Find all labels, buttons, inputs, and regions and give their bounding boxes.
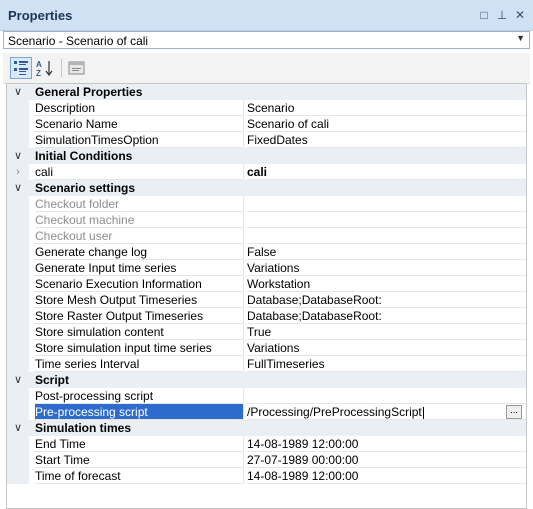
property-value[interactable] bbox=[247, 388, 526, 404]
collapse-chevron-icon[interactable]: ∨ bbox=[12, 180, 24, 196]
text-caret bbox=[422, 406, 424, 419]
property-name: Scenario Name bbox=[35, 116, 243, 132]
chevron-down-icon[interactable]: ▼ bbox=[516, 33, 525, 43]
property-row-checkout-folder: Checkout folder bbox=[7, 196, 526, 212]
property-row-time-of-forecast[interactable]: Time of forecast 14-08-1989 12:00:00 bbox=[7, 468, 526, 484]
script-path-text[interactable]: /Processing/PreProcessingScript bbox=[247, 405, 422, 419]
category-general-properties[interactable]: ∨ General Properties bbox=[7, 84, 526, 100]
property-name: Time of forecast bbox=[35, 468, 243, 484]
property-row-checkout-user: Checkout user bbox=[7, 228, 526, 244]
property-value[interactable]: Variations bbox=[247, 260, 526, 276]
property-row-checkout-machine: Checkout machine bbox=[7, 212, 526, 228]
property-name: Scenario Execution Information bbox=[35, 276, 243, 292]
categorized-view-button[interactable] bbox=[10, 57, 32, 79]
property-name: Start Time bbox=[35, 452, 243, 468]
property-row-scenario-name[interactable]: Scenario Name Scenario of cali bbox=[7, 116, 526, 132]
property-row-scenario-execution-information[interactable]: Scenario Execution Information Workstati… bbox=[7, 276, 526, 292]
property-name: cali bbox=[35, 164, 243, 180]
property-row-store-mesh-output[interactable]: Store Mesh Output Timeseries Database;Da… bbox=[7, 292, 526, 308]
property-value[interactable]: cali bbox=[247, 164, 526, 180]
close-icon[interactable]: ✕ bbox=[513, 8, 527, 22]
property-value[interactable]: Database;DatabaseRoot: bbox=[247, 292, 526, 308]
property-row-store-simulation-content[interactable]: Store simulation content True bbox=[7, 324, 526, 340]
property-value bbox=[247, 228, 526, 244]
property-row-store-raster-output[interactable]: Store Raster Output Timeseries Database;… bbox=[7, 308, 526, 324]
property-pages-icon bbox=[68, 61, 85, 75]
property-value[interactable]: Workstation bbox=[247, 276, 526, 292]
property-value[interactable]: Variations bbox=[247, 340, 526, 356]
collapse-chevron-icon[interactable]: ∨ bbox=[12, 372, 24, 388]
property-pages-button[interactable] bbox=[66, 57, 88, 79]
property-name: Time series Interval bbox=[35, 356, 243, 372]
toolbar-divider bbox=[61, 59, 62, 77]
property-row-start-time[interactable]: Start Time 27-07-1989 00:00:00 bbox=[7, 452, 526, 468]
property-row-pre-processing-script[interactable]: Pre-processing script /Processing/PrePro… bbox=[7, 404, 526, 420]
property-value[interactable]: 14-08-1989 12:00:00 bbox=[247, 436, 526, 452]
property-row-end-time[interactable]: End Time 14-08-1989 12:00:00 bbox=[7, 436, 526, 452]
property-value[interactable]: FixedDates bbox=[247, 132, 526, 148]
property-name: Description bbox=[35, 100, 243, 116]
property-name: Generate Input time series bbox=[35, 260, 243, 276]
property-name: SimulationTimesOption bbox=[35, 132, 243, 148]
property-row-cali[interactable]: › cali cali bbox=[7, 164, 526, 180]
property-name: Pre-processing script bbox=[35, 404, 243, 420]
alphabetical-sort-button[interactable]: A Z bbox=[34, 57, 56, 79]
property-value-editor[interactable]: /Processing/PreProcessingScript bbox=[247, 404, 526, 420]
property-value[interactable]: FullTimeseries bbox=[247, 356, 526, 372]
property-name: Generate change log bbox=[35, 244, 243, 260]
property-row-description[interactable]: Description Scenario bbox=[7, 100, 526, 116]
property-value[interactable]: Scenario of cali bbox=[247, 116, 526, 132]
properties-toolbar: A Z bbox=[3, 53, 530, 84]
category-initial-conditions[interactable]: ∨ Initial Conditions bbox=[7, 148, 526, 164]
property-name: End Time bbox=[35, 436, 243, 452]
category-scenario-settings[interactable]: ∨ Scenario settings bbox=[7, 180, 526, 196]
property-value[interactable]: 14-08-1989 12:00:00 bbox=[247, 468, 526, 484]
property-value[interactable]: True bbox=[247, 324, 526, 340]
property-grid: ∨ General Properties Description Scenari… bbox=[6, 83, 527, 509]
title-bar: Properties □ ⊥ ✕ bbox=[0, 0, 533, 31]
category-script[interactable]: ∨ Script bbox=[7, 372, 526, 388]
collapse-chevron-icon[interactable]: ∨ bbox=[12, 84, 24, 100]
property-row-store-simulation-input-time-series[interactable]: Store simulation input time series Varia… bbox=[7, 340, 526, 356]
property-value[interactable]: 27-07-1989 00:00:00 bbox=[247, 452, 526, 468]
property-name: Checkout machine bbox=[35, 212, 243, 228]
category-simulation-times[interactable]: ∨ Simulation times bbox=[7, 420, 526, 436]
object-selector-dropdown[interactable]: Scenario - Scenario of cali ▼ bbox=[3, 31, 530, 49]
property-name: Store simulation input time series bbox=[35, 340, 243, 356]
property-value bbox=[247, 196, 526, 212]
collapse-chevron-icon[interactable]: ∨ bbox=[12, 148, 24, 164]
window-position-icon[interactable]: □ bbox=[477, 8, 491, 22]
panel-title: Properties bbox=[8, 8, 73, 23]
property-value[interactable]: Scenario bbox=[247, 100, 526, 116]
property-name: Post-processing script bbox=[35, 388, 243, 404]
property-name: Store simulation content bbox=[35, 324, 243, 340]
property-value[interactable]: Database;DatabaseRoot: bbox=[247, 308, 526, 324]
svg-text:A: A bbox=[36, 60, 42, 69]
selected-object: Scenario - Scenario of cali bbox=[8, 34, 149, 48]
property-row-post-processing-script[interactable]: Post-processing script bbox=[7, 388, 526, 404]
property-name: Checkout user bbox=[35, 228, 243, 244]
svg-text:Z: Z bbox=[36, 69, 41, 78]
pin-icon[interactable]: ⊥ bbox=[495, 8, 509, 22]
property-row-simulation-times-option[interactable]: SimulationTimesOption FixedDates bbox=[7, 132, 526, 148]
property-row-generate-change-log[interactable]: Generate change log False bbox=[7, 244, 526, 260]
categorized-icon bbox=[14, 61, 28, 75]
property-name: Store Mesh Output Timeseries bbox=[35, 292, 243, 308]
expand-chevron-icon[interactable]: › bbox=[12, 164, 24, 180]
property-row-time-series-interval[interactable]: Time series Interval FullTimeseries bbox=[7, 356, 526, 372]
collapse-chevron-icon[interactable]: ∨ bbox=[12, 420, 24, 436]
browse-button[interactable]: ... bbox=[506, 405, 522, 419]
properties-panel: Properties □ ⊥ ✕ Scenario - Scenario of … bbox=[0, 0, 533, 509]
property-value[interactable]: False bbox=[247, 244, 526, 260]
property-name: Store Raster Output Timeseries bbox=[35, 308, 243, 324]
sort-alpha-icon: A Z bbox=[36, 60, 53, 78]
property-name: Checkout folder bbox=[35, 196, 243, 212]
property-row-generate-input-time-series[interactable]: Generate Input time series Variations bbox=[7, 260, 526, 276]
property-value bbox=[247, 212, 526, 228]
